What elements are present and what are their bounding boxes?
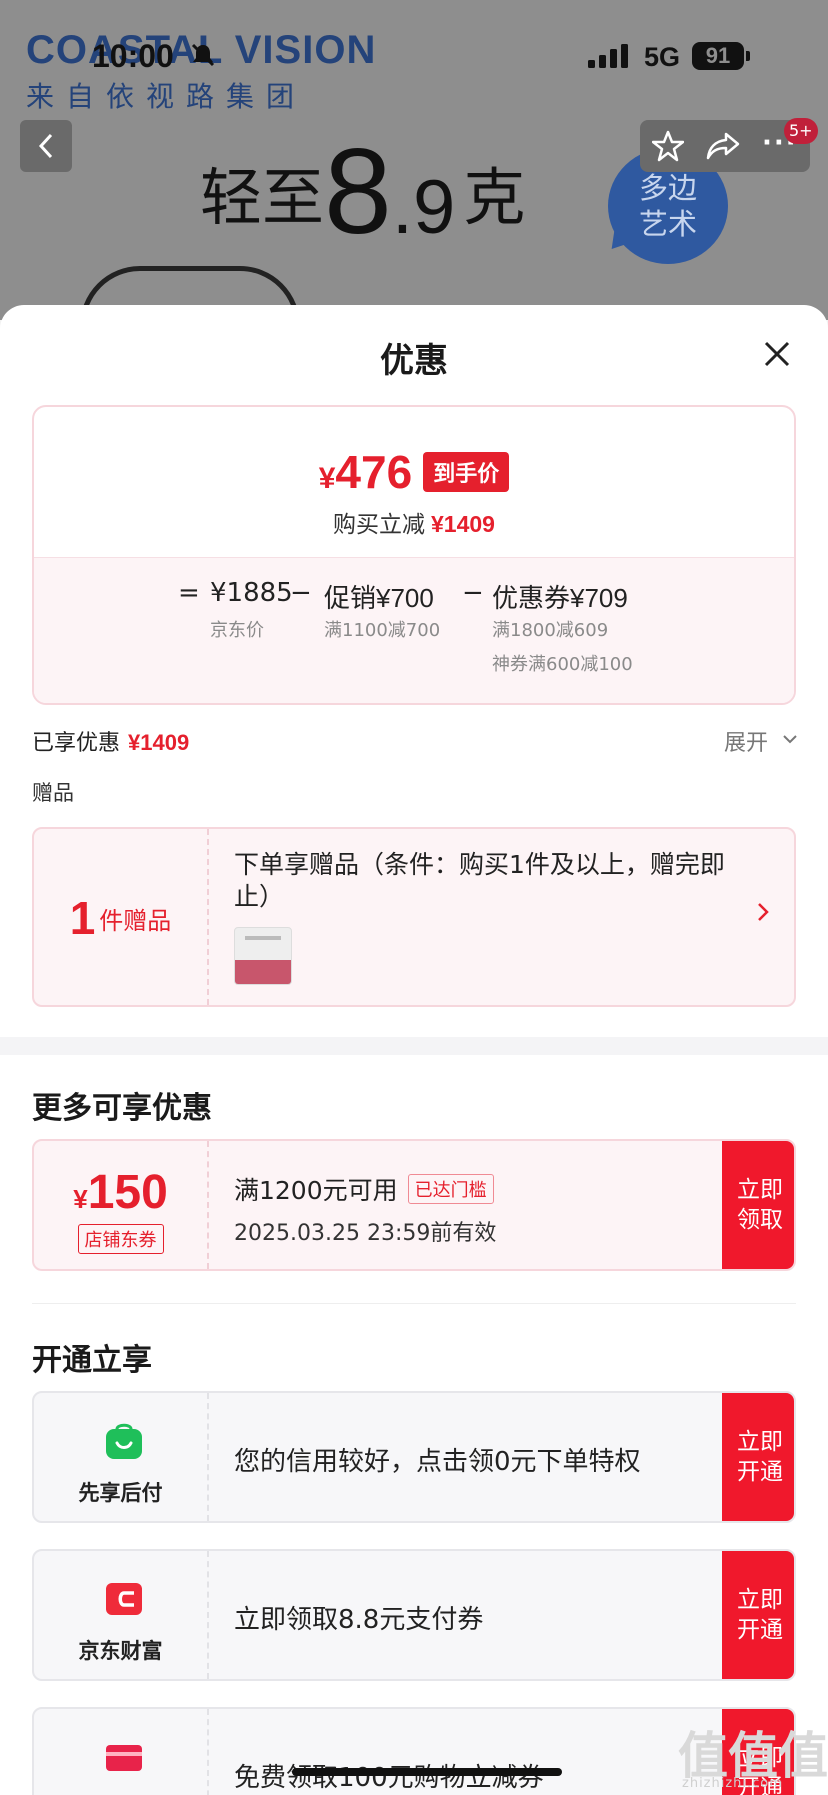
mute-bell-icon — [191, 43, 215, 67]
gift-description: 下单享赠品（条件：购买1件及以上，赠完即止） — [234, 850, 725, 911]
battery-level: 91 — [692, 42, 744, 70]
coupon-value: 150 — [87, 1166, 168, 1219]
redaction-scribble — [292, 1768, 562, 1776]
chevron-down-icon[interactable] — [782, 733, 798, 745]
gift-unit: 件赠品 — [99, 906, 172, 935]
formula-coupon-note-2: 神券满600减100 — [492, 654, 633, 675]
service-brand-block: 先享后付 — [34, 1393, 209, 1521]
more-offers-title: 更多可享优惠 — [32, 1091, 212, 1126]
formula-base-amount: ¥1885 — [210, 578, 293, 608]
formula-coupon: 优惠券¥709 — [492, 578, 628, 615]
activate-button[interactable]: 立即开通 — [722, 1393, 794, 1521]
service-description: 立即领取8.8元支付券 — [234, 1605, 484, 1635]
final-price-line: ¥476 到手价 — [34, 445, 794, 499]
instant-discount-label: 购买立减 — [333, 512, 426, 538]
coupon-currency: ¥ — [73, 1184, 88, 1214]
share-icon[interactable] — [706, 132, 740, 160]
promo-prefix: 轻至 — [200, 161, 325, 234]
price-summary: ¥476 到手价 购买立减 ¥1409 — [34, 407, 794, 557]
shop-coupon-card: ¥150 店铺东券 满1200元可用 已达门槛 2025.03.25 23:59前… — [32, 1139, 796, 1271]
open-enjoy-title: 开通立享 — [32, 1343, 152, 1378]
service-label: 先享后付 — [78, 1481, 163, 1505]
activate-label: 立即开通 — [737, 1429, 783, 1485]
formula-minus-1: − — [290, 578, 312, 608]
back-button[interactable] — [20, 120, 72, 172]
coupon-condition-line: 满1200元可用 已达门槛 — [234, 1171, 494, 1207]
formula-minus-2: − — [462, 578, 484, 608]
enjoyed-discount: 已享优惠 ¥1409 — [32, 725, 189, 757]
bubble-line1: 多边 — [638, 171, 697, 205]
formula-promo-label: 促销 — [324, 584, 377, 614]
activate-label: 立即开通 — [737, 1587, 783, 1643]
price-formula: = ¥1885 京东价 − 促销¥700 满1100减700 − 优惠券¥709… — [34, 557, 794, 703]
status-time: 10:00 — [92, 38, 174, 74]
formula-promo-note: 满1100减700 — [324, 620, 441, 641]
battery-tip — [746, 51, 750, 61]
gift-count-block: 1 件赠品 — [34, 829, 209, 1005]
gift-thumbnail-text-line — [245, 936, 281, 940]
gift-section-label: 赠品 — [32, 781, 74, 805]
instant-discount-amount: ¥1409 — [431, 511, 495, 537]
promo-unit: 克 — [463, 161, 526, 234]
wallet-icon — [106, 1583, 142, 1615]
coupon-condition: 满1200元可用 — [234, 1176, 398, 1205]
close-icon[interactable] — [758, 335, 796, 373]
gift-thumbnail[interactable] — [234, 927, 292, 985]
gift-thumbnail-image — [235, 960, 291, 984]
promo-weight-int: 8 — [324, 123, 392, 259]
coupon-type-badge: 店铺东券 — [77, 1224, 164, 1254]
final-price-value: 476 — [335, 446, 413, 498]
credit-card-icon — [106, 1745, 142, 1771]
formula-coupon-label: 优惠券 — [492, 584, 571, 614]
sheet-title: 优惠 — [380, 341, 448, 381]
expand-toggle[interactable]: 展开 — [724, 725, 768, 757]
shopping-bag-icon — [106, 1423, 142, 1459]
coupon-expiry: 2025.03.25 23:59前有效 — [234, 1221, 497, 1246]
chevron-left-icon — [38, 133, 53, 159]
chevron-right-icon[interactable] — [756, 901, 770, 923]
threshold-met-badge: 已达门槛 — [407, 1174, 494, 1204]
promo-weight-dec: .9 — [391, 165, 456, 250]
message-badge: 5+ — [784, 118, 818, 144]
favorite-star-icon[interactable] — [652, 130, 684, 162]
brand-subtitle: 来自依视路集团 — [26, 80, 307, 113]
section-divider — [0, 1037, 828, 1055]
watermark-url: zhizhizhi.com — [682, 1776, 783, 1791]
coupon-value-block: ¥150 店铺东券 — [34, 1141, 209, 1269]
formula-coupon-amount: ¥709 — [570, 583, 628, 613]
coupon-amount: ¥150 — [34, 1165, 207, 1220]
activate-button[interactable]: 立即开通 — [722, 1551, 794, 1679]
formula-promo-amount: ¥700 — [376, 583, 434, 613]
bubble-line2: 艺术 — [638, 207, 697, 241]
service-card-pay-later: 先享后付 您的信用较好，点击领0元下单特权 立即开通 — [32, 1391, 796, 1523]
claim-coupon-button[interactable]: 立即领取 — [722, 1141, 794, 1269]
enjoyed-discount-amount: ¥1409 — [128, 730, 190, 755]
service-description: 您的信用较好，点击领0元下单特权 — [234, 1447, 641, 1477]
final-price-tag: 到手价 — [423, 452, 510, 492]
formula-base-label: 京东价 — [210, 620, 264, 641]
claim-coupon-label: 立即领取 — [737, 1177, 783, 1233]
formula-promo: 促销¥700 — [324, 578, 434, 615]
formula-coupon-note-1: 满1800减609 — [492, 620, 609, 641]
formula-equals: = — [178, 578, 200, 608]
service-card-jd-finance: 京东财富 立即领取8.8元支付券 立即开通 — [32, 1549, 796, 1681]
final-price-currency: ¥ — [318, 462, 336, 495]
instant-discount-line: 购买立减 ¥1409 — [34, 505, 794, 539]
service-label: 京东财富 — [78, 1639, 163, 1663]
signal-icon — [588, 44, 628, 68]
service-brand-block: 京东财富 — [34, 1551, 209, 1679]
service-brand-block — [34, 1709, 209, 1795]
gift-card[interactable]: 1 件赠品 下单享赠品（条件：购买1件及以上，赠完即止） — [32, 827, 796, 1007]
gift-count: 1 — [69, 892, 96, 944]
network-type: 5G — [644, 42, 681, 72]
product-promo-text: 轻至8.9 克 — [200, 130, 525, 252]
final-price: ¥476 — [319, 445, 412, 499]
enjoyed-discount-label: 已享优惠 — [32, 731, 121, 756]
price-breakdown-card: ¥476 到手价 购买立减 ¥1409 = ¥1885 京东价 − 促销¥700 … — [32, 405, 796, 705]
discount-sheet: 优惠 ¥476 到手价 购买立减 ¥1409 = ¥1885 京东价 − 促销¥7… — [0, 305, 828, 1795]
thin-divider — [32, 1303, 796, 1304]
